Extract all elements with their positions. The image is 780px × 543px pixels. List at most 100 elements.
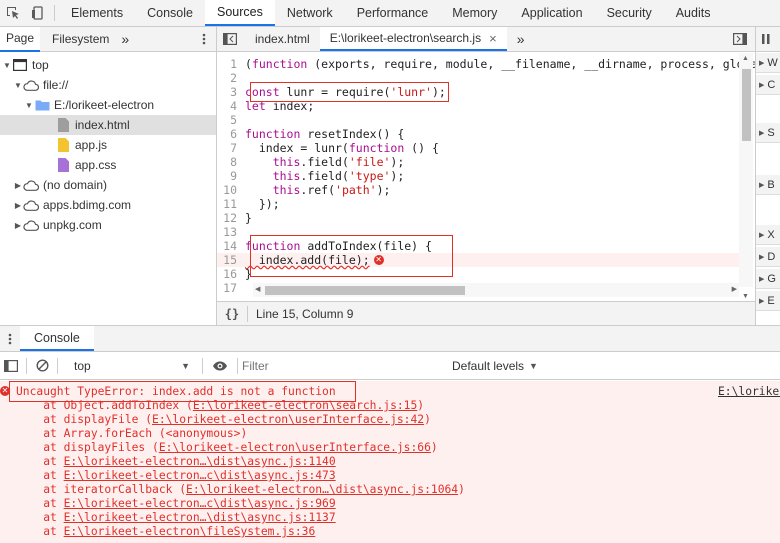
console-filter-input[interactable] (242, 355, 452, 376)
scroll-left-icon[interactable]: ◀ (255, 285, 260, 293)
stack-frame-link[interactable]: E:\lorikeet-electron…c\dist\async.js:473 (64, 469, 336, 482)
tab-security[interactable]: Security (595, 0, 664, 26)
tab-sources[interactable]: Sources (204, 0, 275, 26)
line-number[interactable]: 11 (217, 197, 245, 211)
tree-item[interactable]: app.js (0, 135, 216, 155)
expand-down-icon[interactable]: ▼ (2, 61, 12, 70)
line-number[interactable]: 12 (217, 211, 245, 225)
tab-console[interactable]: Console (135, 0, 205, 26)
more-editor-tabs-icon[interactable]: » (507, 27, 535, 51)
tree-item[interactable]: index.html (0, 115, 216, 135)
tab-audits[interactable]: Audits (664, 0, 723, 26)
line-number[interactable]: 8 (217, 155, 245, 169)
live-expression-eye-icon[interactable] (207, 361, 233, 371)
code-line[interactable]: 10 this.ref('path'); (217, 183, 739, 197)
debugger-section[interactable]: ▶ W (756, 53, 780, 73)
tab-memory[interactable]: Memory (440, 0, 509, 26)
stack-frame-link[interactable]: E:\lorikeet-electron\fileSystem.js:36 (64, 525, 316, 538)
debugger-section[interactable]: ▶ X (756, 225, 780, 245)
tab-application[interactable]: Application (509, 0, 594, 26)
code-line[interactable]: 11 }); (217, 197, 739, 211)
debugger-section[interactable]: ▶ G (756, 269, 780, 289)
stack-frame-link[interactable]: E:\lorikeet-electron…\dist\async.js:1140 (64, 455, 336, 468)
debugger-section[interactable]: ▶ E (756, 291, 780, 311)
stack-frame-link[interactable]: E:\lorikeet-electron…\dist\async.js:1064 (186, 483, 458, 496)
tree-item[interactable]: ▼ file:// (0, 75, 216, 95)
debugger-section[interactable]: ▶ B (756, 175, 780, 195)
stack-frame-text: at (16, 455, 64, 468)
tab-network[interactable]: Network (275, 0, 345, 26)
line-number[interactable]: 14 (217, 239, 245, 253)
stack-frame-link[interactable]: E:\lorikeet-electron\search.js:15 (193, 399, 417, 412)
scroll-up-icon[interactable]: ▲ (742, 55, 749, 62)
tree-item[interactable]: app.css (0, 155, 216, 175)
line-number[interactable]: 3 (217, 85, 245, 99)
line-number[interactable]: 15 (217, 253, 245, 267)
clear-console-icon[interactable] (31, 359, 53, 372)
expand-right-icon[interactable]: ▶ (13, 201, 23, 210)
context-selector[interactable]: top ▼ (62, 359, 198, 373)
line-number[interactable]: 7 (217, 141, 245, 155)
device-toolbar-icon[interactable] (25, 0, 50, 26)
editor-horizontal-scroll-thumb[interactable] (265, 286, 465, 295)
expand-down-icon[interactable]: ▼ (24, 101, 34, 110)
stack-frame-link[interactable]: E:\lorikeet-electron\userInterface.js:66 (159, 441, 431, 454)
scroll-down-icon[interactable]: ▼ (742, 293, 749, 300)
scroll-right-icon[interactable]: ▶ (732, 285, 737, 293)
stack-frame-link[interactable]: E:\lorikeet-electron…\dist\async.js:1137 (64, 511, 336, 524)
line-number[interactable]: 9 (217, 169, 245, 183)
tree-item[interactable]: ▶ unpkg.com (0, 215, 216, 235)
toggle-debugger-icon[interactable] (725, 27, 755, 51)
code-line[interactable]: 5 (217, 113, 739, 127)
code-line[interactable]: 8 this.field('file'); (217, 155, 739, 169)
editor-vertical-scrollbar[interactable]: ▲ ▼ (739, 53, 753, 300)
expand-down-icon[interactable]: ▼ (13, 81, 23, 90)
drawer-tab-console[interactable]: Console (20, 326, 94, 351)
line-number[interactable]: 6 (217, 127, 245, 141)
stack-frame-link[interactable]: E:\lorikeet-electron…c\dist\async.js:969 (64, 497, 336, 510)
tree-item[interactable]: ▼ E:/lorikeet-electron (0, 95, 216, 115)
line-number[interactable]: 2 (217, 71, 245, 85)
line-number[interactable]: 16 (217, 267, 245, 281)
line-number[interactable]: 4 (217, 99, 245, 113)
more-tabs-icon[interactable]: » (115, 27, 135, 52)
stack-frame-text: at iteratorCallback ( (16, 483, 187, 496)
tree-item[interactable]: ▼ top (0, 55, 216, 75)
editor-tab-search-js[interactable]: E:\lorikeet-electron\search.js × (319, 27, 507, 51)
log-levels-dropdown[interactable]: Default levels ▼ (452, 359, 538, 373)
pretty-print-icon[interactable]: {} (217, 307, 247, 321)
expand-right-icon[interactable]: ▶ (13, 181, 23, 190)
tree-item[interactable]: ▶ (no domain) (0, 175, 216, 195)
editor-vertical-scroll-thumb[interactable] (742, 69, 751, 141)
code-line[interactable]: 6 function resetIndex() { (217, 127, 739, 141)
tab-page[interactable]: Page (0, 26, 41, 52)
code-line[interactable]: 1 (function (exports, require, module, __… (217, 57, 755, 71)
expand-right-icon[interactable]: ▶ (13, 221, 23, 230)
line-number[interactable]: 10 (217, 183, 245, 197)
tab-filesystem[interactable]: Filesystem (40, 27, 115, 52)
editor-horizontal-scrollbar[interactable]: ◀ ▶ (253, 283, 739, 297)
editor-tab-index-html[interactable]: index.html (245, 27, 320, 51)
tree-item[interactable]: ▶ apps.bdimg.com (0, 195, 216, 215)
error-source-link[interactable]: E:\lorikee (718, 385, 780, 399)
stack-frame-link[interactable]: E:\lorikeet-electron\userInterface.js:42 (152, 413, 424, 426)
line-number[interactable]: 13 (217, 225, 245, 239)
inspect-element-icon[interactable] (0, 0, 25, 26)
pause-icon[interactable] (756, 27, 780, 52)
line-number[interactable]: 17 (217, 281, 245, 295)
line-number[interactable]: 1 (217, 57, 245, 71)
drawer-menu-icon[interactable] (0, 326, 20, 351)
debugger-section[interactable]: ▶ S (756, 123, 780, 143)
tab-elements[interactable]: Elements (59, 0, 135, 26)
code-line[interactable]: 9 this.field('type'); (217, 169, 739, 183)
console-sidebar-icon[interactable] (0, 359, 22, 372)
tab-performance[interactable]: Performance (345, 0, 441, 26)
debugger-section[interactable]: ▶ D (756, 247, 780, 267)
close-tab-icon[interactable]: × (489, 31, 497, 46)
line-number[interactable]: 5 (217, 113, 245, 127)
toggle-navigator-icon[interactable] (217, 27, 245, 51)
debugger-section[interactable]: ▶ C (756, 75, 780, 95)
code-line[interactable]: 12} (217, 211, 739, 225)
navigator-menu-icon[interactable] (196, 27, 216, 52)
code-line[interactable]: 7 index = lunr(function () { (217, 141, 739, 155)
